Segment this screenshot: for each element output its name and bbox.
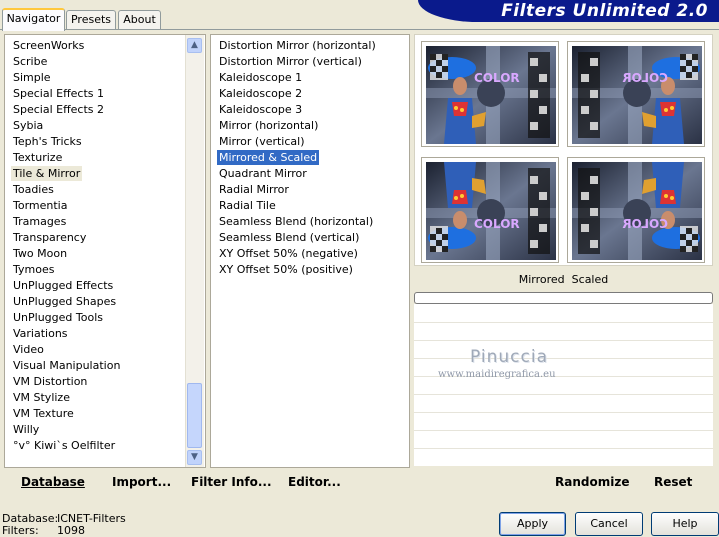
filter-item[interactable]: Kaleidoscope 3 <box>217 102 304 117</box>
category-item[interactable]: Texturize <box>11 150 64 165</box>
svg-text:COLOR: COLOR <box>622 71 668 85</box>
category-item[interactable]: Special Effects 2 <box>11 102 106 117</box>
category-item[interactable]: Visual Manipulation <box>11 358 122 373</box>
filter-item[interactable]: XY Offset 50% (positive) <box>217 262 355 277</box>
category-item[interactable]: Tymoes <box>11 262 56 277</box>
category-item[interactable]: Tile & Mirror <box>11 166 83 181</box>
category-item[interactable]: Sybia <box>11 118 45 133</box>
editor-button[interactable]: Editor... <box>288 474 341 490</box>
app-title: Filters Unlimited 2.0 <box>501 1 708 21</box>
category-item[interactable]: Tormentia <box>11 198 69 213</box>
tab-divider <box>0 29 719 30</box>
filter-item[interactable]: Kaleidoscope 2 <box>217 86 304 101</box>
category-item[interactable]: °v° Kiwi`s Oelfilter <box>11 438 117 453</box>
category-item[interactable]: Willy <box>11 422 41 437</box>
filter-item[interactable]: Kaleidoscope 1 <box>217 70 304 85</box>
category-item[interactable]: VM Distortion <box>11 374 89 389</box>
tab-about[interactable]: About <box>118 10 161 29</box>
tab-presets[interactable]: Presets <box>66 10 116 29</box>
category-item[interactable]: Special Effects 1 <box>11 86 106 101</box>
scroll-down-button[interactable]: ▼ <box>187 450 202 465</box>
category-item[interactable]: Teph's Tricks <box>11 134 84 149</box>
category-item[interactable]: VM Texture <box>11 406 76 421</box>
progress-bar <box>414 292 713 304</box>
filter-name-label: Mirrored Scaled <box>518 273 609 286</box>
filter-item[interactable]: Quadrant Mirror <box>217 166 309 181</box>
scroll-up-button[interactable]: ▲ <box>187 38 202 53</box>
preview-flipped-image: COLOR <box>421 157 559 263</box>
watermark-url: www.maidiregrafica.eu <box>438 369 556 380</box>
category-item[interactable]: Toadies <box>11 182 56 197</box>
cancel-button[interactable]: Cancel <box>575 512 643 536</box>
database-button[interactable]: Database <box>21 474 85 490</box>
category-item[interactable]: Video <box>11 342 46 357</box>
filter-item[interactable]: Distortion Mirror (horizontal) <box>217 38 378 53</box>
parameter-area <box>414 304 713 466</box>
reset-button[interactable]: Reset <box>654 474 692 490</box>
category-item[interactable]: ScreenWorks <box>11 38 86 53</box>
filter-item[interactable]: Mirrored & Scaled <box>217 150 320 165</box>
filter-item[interactable]: XY Offset 50% (negative) <box>217 246 360 261</box>
category-item[interactable]: UnPlugged Effects <box>11 278 115 293</box>
category-item[interactable]: Scribe <box>11 54 49 69</box>
category-item[interactable]: Tramages <box>11 214 68 229</box>
filters-count-label: Filters: <box>2 524 39 537</box>
category-item[interactable]: UnPlugged Shapes <box>11 294 118 309</box>
filter-item[interactable]: Mirror (horizontal) <box>217 118 320 133</box>
filter-item[interactable]: Distortion Mirror (vertical) <box>217 54 364 69</box>
preview-rotated-image: COLOR <box>567 157 705 263</box>
svg-text:COLOR: COLOR <box>474 217 520 231</box>
filter-item[interactable]: Seamless Blend (vertical) <box>217 230 361 245</box>
preview-original-image: COLOR <box>421 41 559 147</box>
category-item[interactable]: Simple <box>11 70 53 85</box>
filter-list[interactable]: Distortion Mirror (horizontal) Distortion… <box>210 34 410 468</box>
filter-item[interactable]: Radial Mirror <box>217 182 291 197</box>
category-item[interactable]: Two Moon <box>11 246 69 261</box>
category-scrollbar[interactable]: ▲ ▼ <box>185 35 204 467</box>
title-banner: Filters Unlimited 2.0 <box>418 0 719 22</box>
category-item[interactable]: VM Stylize <box>11 390 72 405</box>
watermark-name: Pinuccia <box>470 347 548 367</box>
import-button[interactable]: Import... <box>112 474 171 490</box>
preview-mirrored-image: COLOR <box>567 41 705 147</box>
apply-button[interactable]: Apply <box>499 512 566 536</box>
svg-text:COLOR: COLOR <box>474 71 520 85</box>
filter-item[interactable]: Mirror (vertical) <box>217 134 307 149</box>
scroll-thumb[interactable] <box>187 383 202 448</box>
filter-item[interactable]: Radial Tile <box>217 198 278 213</box>
tab-navigator[interactable]: Navigator <box>2 8 65 31</box>
svg-text:COLOR: COLOR <box>622 217 668 231</box>
category-item[interactable]: UnPlugged Tools <box>11 310 105 325</box>
randomize-button[interactable]: Randomize <box>555 474 629 490</box>
category-list[interactable]: ScreenWorks Scribe Simple Special Effects 1… <box>4 34 206 468</box>
filter-info-button[interactable]: Filter Info... <box>191 474 272 490</box>
help-button[interactable]: Help <box>651 512 719 536</box>
category-item[interactable]: Transparency <box>11 230 88 245</box>
filter-item[interactable]: Seamless Blend (horizontal) <box>217 214 375 229</box>
category-item[interactable]: Variations <box>11 326 70 341</box>
filters-count-value: 1098 <box>57 524 85 537</box>
